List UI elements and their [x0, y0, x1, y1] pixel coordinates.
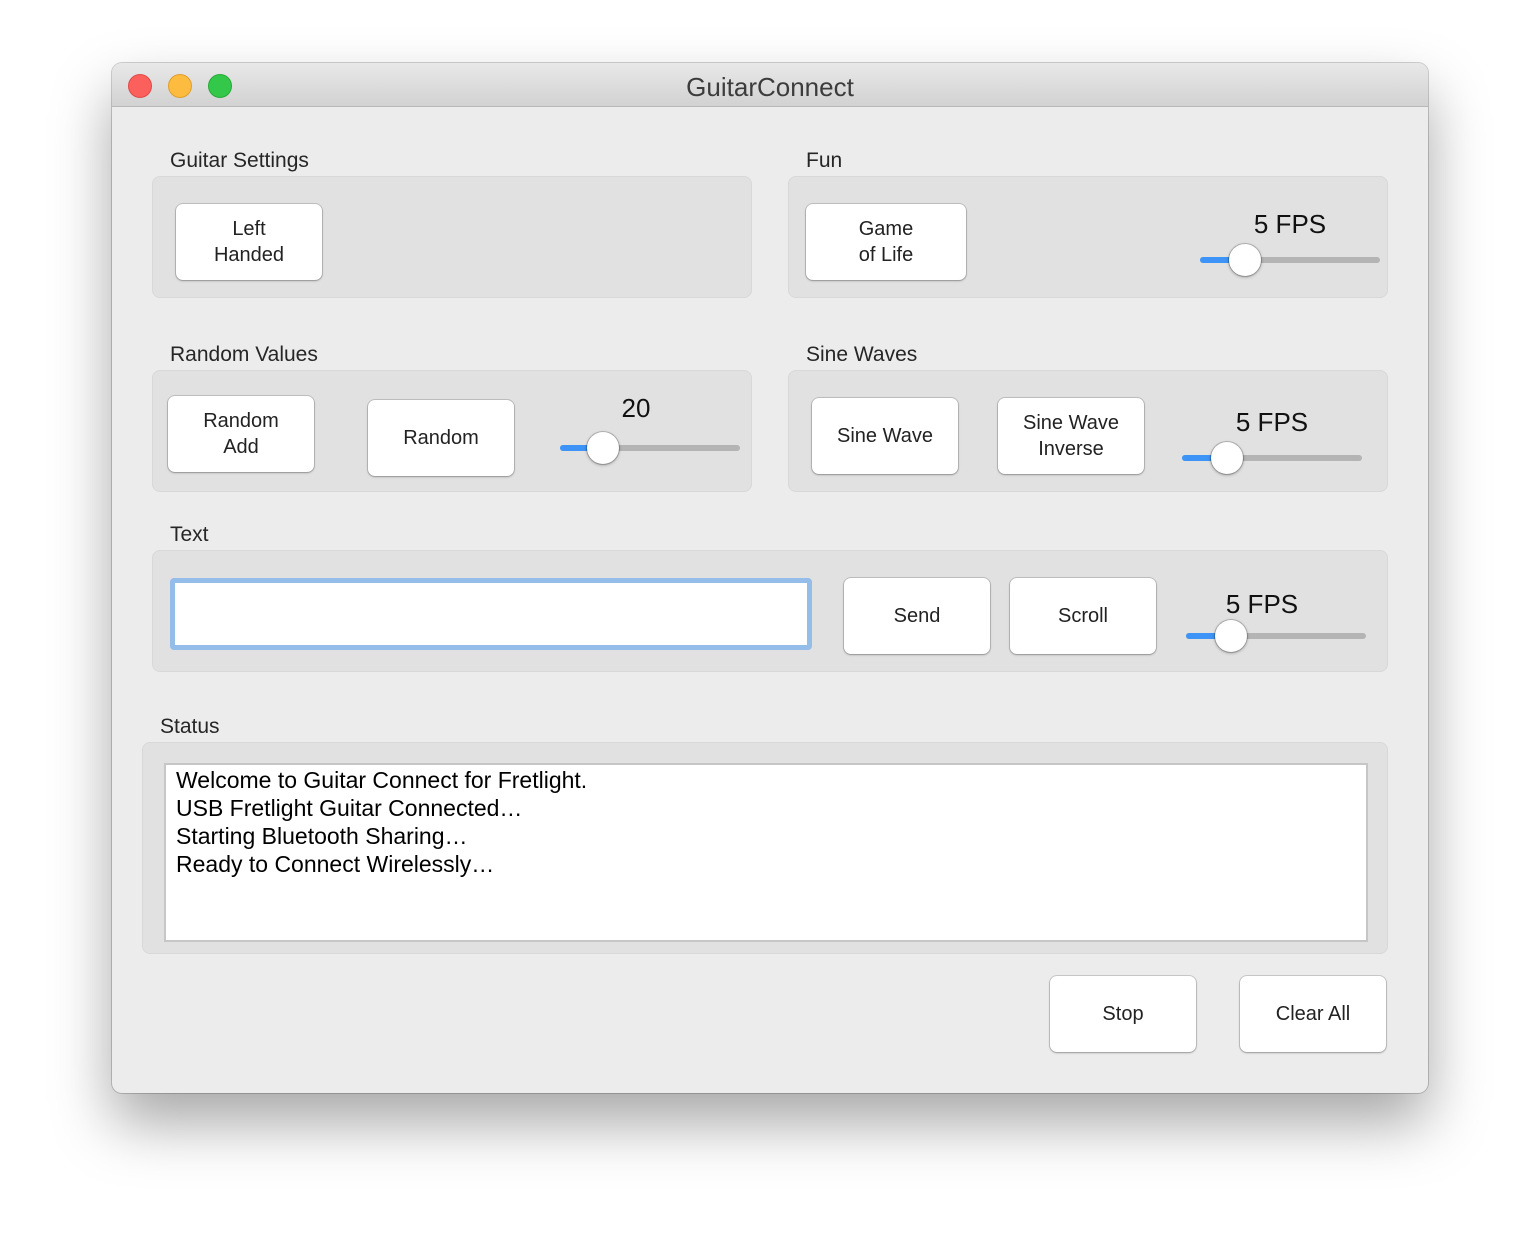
guitar-settings-label: Guitar Settings	[170, 149, 309, 172]
text-input[interactable]	[170, 578, 812, 650]
status-label: Status	[160, 715, 220, 738]
game-of-life-button[interactable]: Game of Life	[806, 204, 966, 280]
status-line: USB Fretlight Guitar Connected…	[176, 795, 523, 821]
scroll-button[interactable]: Scroll	[1010, 578, 1156, 654]
app-window: GuitarConnect Guitar Settings Left Hande…	[112, 63, 1428, 1093]
text-fps-slider[interactable]	[1186, 620, 1366, 652]
fun-label: Fun	[806, 149, 843, 172]
send-button[interactable]: Send	[844, 578, 990, 654]
left-handed-button[interactable]: Left Handed	[176, 204, 322, 280]
sine-wave-button[interactable]: Sine Wave	[812, 398, 958, 474]
sine-wave-inverse-button[interactable]: Sine Wave Inverse	[998, 398, 1144, 474]
random-add-button[interactable]: Random Add	[168, 396, 314, 472]
window-title: GuitarConnect	[686, 72, 854, 102]
random-value-label: 20	[621, 393, 651, 423]
clear-all-button[interactable]: Clear All	[1240, 976, 1386, 1052]
status-line: Ready to Connect Wirelessly…	[176, 851, 495, 877]
random-values-label: Random Values	[170, 343, 318, 366]
sine-fps-value: 5 FPS	[1235, 407, 1309, 437]
title-bar[interactable]: GuitarConnect	[112, 63, 1428, 107]
random-value-slider[interactable]	[560, 432, 740, 464]
stop-button[interactable]: Stop	[1050, 976, 1196, 1052]
random-button[interactable]: Random	[368, 400, 514, 476]
slider-thumb[interactable]	[1229, 244, 1261, 276]
fun-fps-slider[interactable]	[1200, 244, 1380, 276]
fun-fps-value: 5 FPS	[1253, 209, 1327, 239]
slider-thumb[interactable]	[587, 432, 620, 464]
text-fps-value: 5 FPS	[1225, 589, 1299, 619]
status-log[interactable]: Welcome to Guitar Connect for Fretlight.…	[164, 763, 1368, 942]
text-label: Text	[170, 523, 209, 546]
sine-waves-label: Sine Waves	[806, 343, 918, 366]
slider-thumb[interactable]	[1215, 620, 1247, 652]
status-line: Welcome to Guitar Connect for Fretlight.	[176, 767, 588, 793]
status-line: Starting Bluetooth Sharing…	[176, 823, 468, 849]
sine-fps-slider[interactable]	[1182, 442, 1362, 474]
slider-thumb[interactable]	[1211, 442, 1243, 474]
